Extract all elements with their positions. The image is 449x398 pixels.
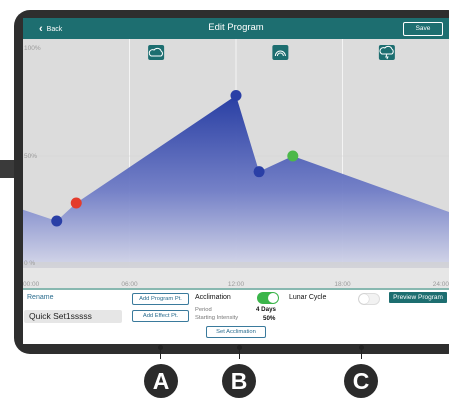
toggle-knob	[268, 293, 278, 303]
program-name-field[interactable]: Quick Set1sssss	[24, 310, 122, 323]
bottom-panel: Rename Quick Set1sssss Add Program Pt. A…	[23, 290, 449, 344]
program-point	[51, 215, 63, 227]
y-tick-label: 0 %	[24, 260, 35, 267]
storm-cloud-icon	[378, 45, 395, 60]
set-acclimation-button[interactable]: Set Acclimation	[206, 326, 266, 338]
starting-intensity-value: 50%	[263, 315, 276, 322]
add-effect-point-button[interactable]: Add Effect Pt.	[132, 310, 189, 322]
rainbow-icon	[272, 45, 289, 60]
header-bar: ‹ Back Edit Program Save	[23, 18, 449, 39]
lunar-cycle-label: Lunar Cycle	[289, 294, 327, 301]
x-tick-label: 18:00	[334, 281, 351, 288]
x-tick-label: 06:00	[121, 281, 138, 288]
add-program-point-button[interactable]: Add Program Pt.	[132, 293, 189, 305]
period-label: Period	[195, 307, 212, 313]
page-title: Edit Program	[208, 22, 264, 33]
callout-c-dot	[359, 345, 364, 350]
callout-a-dot	[158, 345, 163, 350]
program-point	[230, 90, 242, 102]
y-tick-label: 50%	[24, 153, 37, 160]
program-point	[253, 166, 265, 178]
program-point	[287, 150, 299, 162]
x-tick-label: 12:00	[228, 281, 245, 288]
callout-b-dot	[237, 345, 242, 350]
y-tick-label: 100%	[24, 45, 41, 52]
app-screen: ‹ Back Edit Program Save 100% 50% 0 % 00:00…	[23, 18, 449, 344]
callout-b: B	[222, 364, 256, 398]
cloud-icon	[148, 45, 165, 60]
lunar-cycle-toggle[interactable]	[358, 293, 380, 305]
starting-intensity-label: Starting Intensity	[195, 315, 239, 321]
acclimation-label: Acclimation	[195, 294, 231, 301]
toggle-knob	[359, 294, 369, 304]
program-chart[interactable]: 100% 50% 0 % 00:00 06:00 12:00 18:00 24:00	[23, 39, 449, 290]
x-tick-label: 24:00	[433, 281, 449, 288]
acclimation-toggle[interactable]	[257, 292, 279, 304]
save-button[interactable]: Save	[403, 22, 443, 36]
period-value: 4 Days	[256, 306, 276, 313]
preview-program-button[interactable]: Preview Program	[389, 292, 447, 303]
program-point	[70, 197, 82, 209]
x-tick-label: 00:00	[23, 281, 40, 288]
rename-link[interactable]: Rename	[27, 294, 53, 301]
floor-band	[23, 262, 449, 268]
callout-c: C	[344, 364, 378, 398]
callout-a: A	[144, 364, 178, 398]
